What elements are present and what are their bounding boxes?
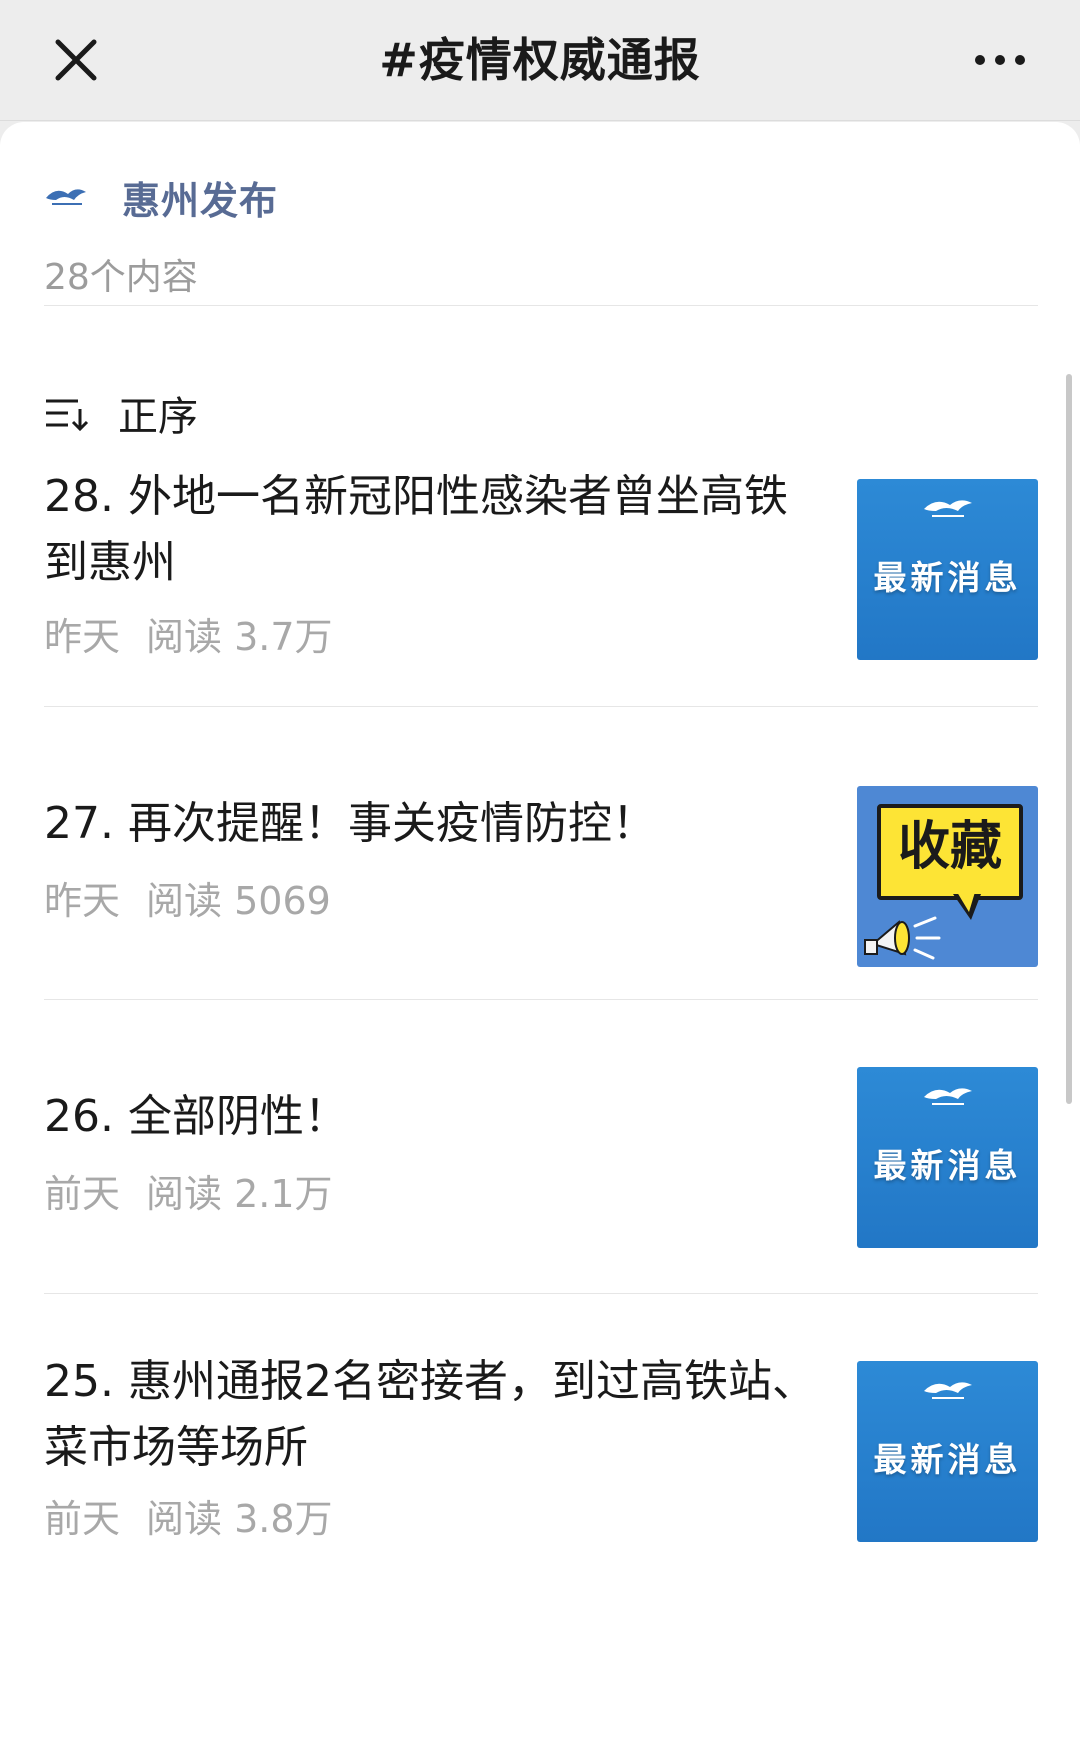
more-icon[interactable]	[970, 40, 1030, 80]
sort-order-icon	[44, 393, 92, 433]
account-header[interactable]: 惠州发布	[44, 162, 278, 232]
article-title[interactable]: 26. 全部阴性！	[44, 1084, 824, 1150]
article-date: 昨天	[44, 879, 121, 923]
article-date: 前天	[44, 1497, 121, 1541]
page-title: #疫情权威通报	[379, 33, 701, 87]
account-logo-icon	[44, 182, 88, 212]
article-views: 阅读 2.1万	[146, 1172, 333, 1216]
article-thumbnail[interactable]: 收藏	[857, 786, 1038, 967]
divider	[44, 1293, 1038, 1294]
thumbnail-label: 最新消息	[873, 558, 1022, 597]
article-meta: 前天 阅读 3.8万	[44, 1488, 333, 1543]
article-views: 阅读 3.7万	[146, 615, 333, 659]
sort-label: 正序	[118, 394, 198, 440]
content-count: 28个内容	[44, 257, 198, 298]
divider	[44, 305, 1038, 306]
article-thumbnail[interactable]: 最新消息	[857, 1067, 1038, 1248]
megaphone-icon	[859, 904, 945, 966]
thumbnail-label: 收藏	[897, 817, 1002, 877]
article-views: 阅读 3.8万	[146, 1497, 333, 1541]
divider	[44, 999, 1038, 1000]
article-meta: 昨天 阅读 5069	[44, 870, 331, 925]
content-sheet: 惠州发布 28个内容 正序 28. 外地一名新冠阳性感染者曾坐高铁到惠州 昨天阅…	[0, 122, 1080, 1754]
article-date: 昨天	[44, 615, 121, 659]
article-thumbnail[interactable]: 最新消息	[857, 479, 1038, 660]
top-bar: #疫情权威通报	[0, 0, 1080, 121]
account-name[interactable]: 惠州发布	[122, 170, 278, 225]
thumbnail-logo-icon	[857, 1377, 1038, 1403]
thumbnail-label: 最新消息	[873, 1146, 1022, 1185]
article-title[interactable]: 25. 惠州通报2名密接者，到过高铁站、菜市场等场所	[44, 1349, 824, 1481]
article-thumbnail[interactable]: 最新消息	[857, 1361, 1038, 1542]
article-meta: 昨天 阅读 3.7万	[44, 606, 333, 661]
thumbnail-label: 最新消息	[873, 1440, 1022, 1479]
thumbnail-logo-icon	[857, 495, 1038, 521]
sort-toggle[interactable]: 正序	[44, 384, 198, 442]
divider	[44, 706, 1038, 707]
article-date: 前天	[44, 1172, 121, 1216]
article-meta: 前天 阅读 2.1万	[44, 1163, 333, 1218]
speech-bubble-tail-fill	[957, 892, 975, 912]
thumbnail-logo-icon	[857, 1083, 1038, 1109]
scrollbar[interactable]	[1066, 374, 1072, 1104]
article-views: 阅读 5069	[146, 879, 331, 923]
article-title[interactable]: 28. 外地一名新冠阳性感染者曾坐高铁到惠州	[44, 464, 824, 596]
article-title[interactable]: 27. 再次提醒！事关疫情防控！	[44, 791, 824, 857]
